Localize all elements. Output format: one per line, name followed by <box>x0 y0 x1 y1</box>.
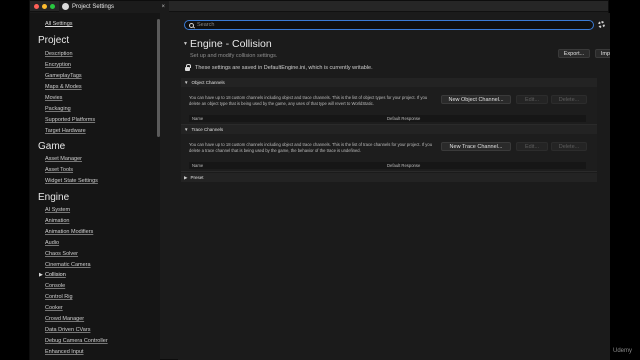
project-settings-window: Project Settings × All Settings Project … <box>29 0 627 360</box>
sidebar-item-description[interactable]: Description <box>45 51 73 57</box>
sidebar-item-target-hardware[interactable]: Target Hardware <box>45 128 86 134</box>
sidebar-item-collision[interactable]: Collision <box>45 272 66 278</box>
sidebar: All Settings Project Description Encrypt… <box>30 13 160 360</box>
minimize-window-button[interactable] <box>42 4 47 9</box>
sidebar-item-maps-modes[interactable]: Maps & Modes <box>45 84 82 90</box>
search-input[interactable] <box>197 22 577 28</box>
close-window-button[interactable] <box>34 4 39 9</box>
caret-down-icon[interactable]: ▼ <box>183 41 188 47</box>
category-game: Game <box>38 141 66 152</box>
category-engine: Engine <box>38 192 70 203</box>
sidebar-item-data-driven-cvars[interactable]: Data Driven CVars <box>45 327 90 333</box>
title-bar: Project Settings × <box>30 1 608 12</box>
app-icon <box>62 3 69 10</box>
caret-down-icon: ▼ <box>184 127 189 132</box>
page-title: Engine - Collision <box>190 38 272 50</box>
edit-trace-channel-button[interactable]: Edit... <box>516 142 548 151</box>
trace-channels-title: Trace Channels <box>191 127 224 132</box>
column-default-response: Default Response <box>387 163 421 168</box>
gear-icon[interactable] <box>598 21 605 28</box>
column-name: Name <box>192 163 204 168</box>
sidebar-item-crowd-manager[interactable]: Crowd Manager <box>45 316 84 322</box>
sidebar-item-animation-modifiers[interactable]: Animation Modifiers <box>45 229 93 235</box>
category-project: Project <box>38 35 70 46</box>
object-channels-column-header: Name Default Response <box>189 115 586 122</box>
sidebar-item-ai-system[interactable]: AI System <box>45 207 70 213</box>
caret-right-icon: ▶ <box>184 174 188 180</box>
sidebar-item-chaos-solver[interactable]: Chaos Solver <box>45 251 78 257</box>
sidebar-item-cinematic-camera[interactable]: Cinematic Camera <box>45 262 91 268</box>
sidebar-item-enhanced-input[interactable]: Enhanced Input <box>45 349 84 355</box>
object-channels-panel: You can have up to 18 custom channels in… <box>181 87 597 125</box>
tab-title: Project Settings <box>72 3 115 10</box>
maximize-window-button[interactable] <box>50 4 55 9</box>
watermark: Udemy <box>612 348 632 354</box>
new-trace-channel-button[interactable]: New Trace Channel... <box>441 142 511 151</box>
sidebar-item-supported-platforms[interactable]: Supported Platforms <box>45 117 95 123</box>
sidebar-item-packaging[interactable]: Packaging <box>45 106 71 112</box>
sidebar-item-gameplaytags[interactable]: GameplayTags <box>45 73 82 79</box>
right-margin: Udemy <box>610 0 640 360</box>
sidebar-item-animation[interactable]: Animation <box>45 218 69 224</box>
config-file-info: These settings are saved in DefaultEngin… <box>195 65 373 71</box>
sidebar-scrollbar[interactable] <box>157 19 160 137</box>
sidebar-item-movies[interactable]: Movies <box>45 95 62 101</box>
page-subtitle: Set up and modify collision settings. <box>190 53 278 59</box>
close-icon[interactable]: × <box>161 4 165 10</box>
sidebar-item-control-rig[interactable]: Control Rig <box>45 294 73 300</box>
caret-down-icon: ▼ <box>184 80 189 85</box>
lock-icon <box>185 64 191 71</box>
trace-channels-header[interactable]: ▼ Trace Channels <box>181 125 597 134</box>
sidebar-item-cooker[interactable]: Cooker <box>45 305 63 311</box>
object-channels-description: You can have up to 18 custom channels in… <box>189 95 428 106</box>
trace-channels-column-header: Name Default Response <box>189 162 586 169</box>
object-channels-header[interactable]: ▼ Object Channels <box>181 78 597 87</box>
column-default-response: Default Response <box>387 116 421 121</box>
sidebar-item-audio[interactable]: Audio <box>45 240 59 246</box>
column-name: Name <box>192 116 204 121</box>
sidebar-item-asset-tools[interactable]: Asset Tools <box>45 167 73 173</box>
caret-right-icon: ▶ <box>39 272 43 278</box>
sidebar-item-asset-manager[interactable]: Asset Manager <box>45 156 82 162</box>
export-button[interactable]: Export... <box>558 49 590 58</box>
tab-project-settings[interactable]: Project Settings × <box>59 1 169 12</box>
preset-header[interactable]: ▶ Preset <box>181 173 597 182</box>
search-bar[interactable] <box>184 20 594 30</box>
sidebar-item-console[interactable]: Console <box>45 283 65 289</box>
delete-object-channel-button[interactable]: Delete... <box>551 95 587 104</box>
object-channels-title: Object Channels <box>191 80 225 85</box>
trace-channels-description: You can have up to 18 custom channels in… <box>189 142 433 153</box>
all-settings-link[interactable]: All Settings <box>45 21 73 27</box>
sidebar-item-debug-camera-controller[interactable]: Debug Camera Controller <box>45 338 108 344</box>
trace-channels-panel: You can have up to 18 custom channels in… <box>181 134 597 172</box>
delete-trace-channel-button[interactable]: Delete... <box>551 142 587 151</box>
search-icon <box>189 22 194 28</box>
edit-object-channel-button[interactable]: Edit... <box>516 95 548 104</box>
new-object-channel-button[interactable]: New Object Channel... <box>441 95 511 104</box>
settings-main: ▼ Engine - Collision Set up and modify c… <box>178 13 627 360</box>
sidebar-item-widget-state-settings[interactable]: Widget State Settings <box>45 178 98 184</box>
sidebar-item-encryption[interactable]: Encryption <box>45 62 71 68</box>
preset-title: Preset <box>190 175 204 180</box>
